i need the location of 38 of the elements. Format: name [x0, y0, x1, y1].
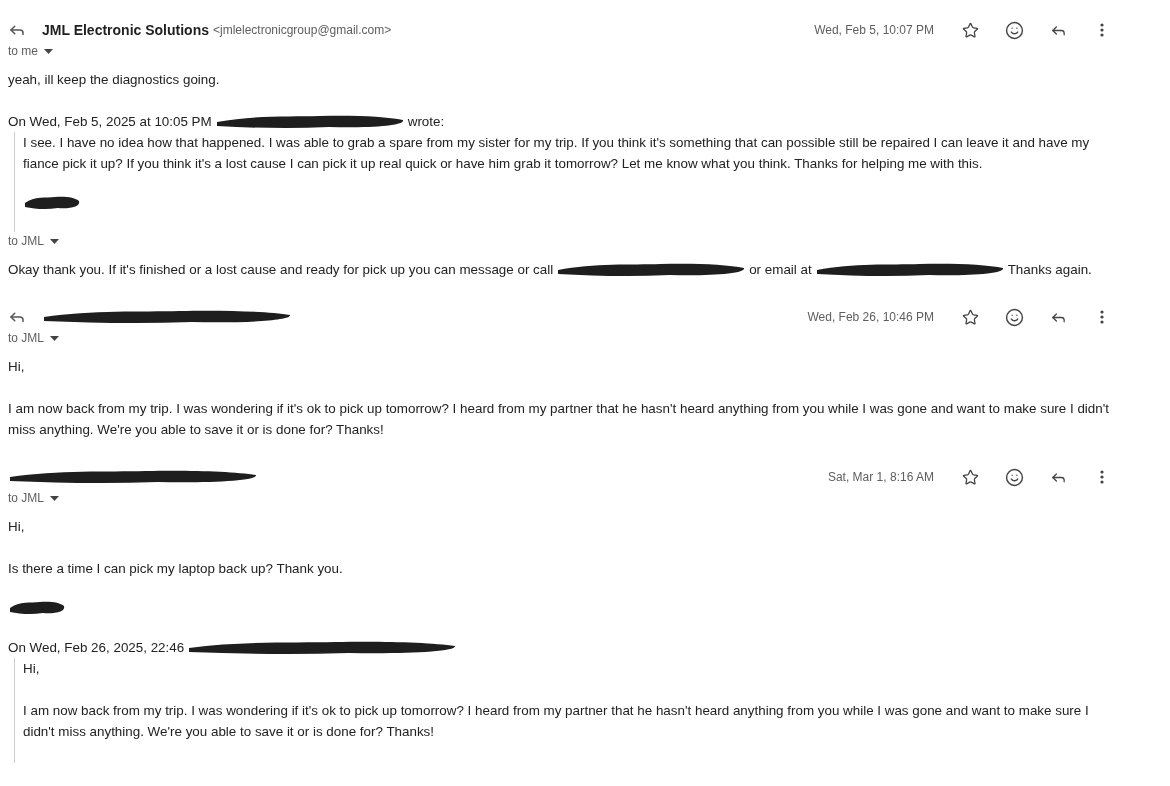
- body-text: I am now back from my trip. I was wondering if it's ok to pick up tomorrow? I heard from my partner that he hasn't heard anything from you while I was gone and want to make sure I didn't miss anything. We're you able to save it or is done for? Thanks!: [8, 400, 1110, 439]
- message-date: Wed, Feb 5, 10:07 PM: [814, 23, 934, 37]
- redaction-mark: [23, 195, 81, 211]
- more-icon: [1100, 310, 1104, 324]
- body-text: Hi,: [8, 518, 25, 536]
- message-date: Wed, Feb 26, 10:46 PM: [807, 310, 934, 324]
- caret-icon: [50, 335, 59, 341]
- smiley-icon: [1004, 467, 1024, 487]
- more-icon: [1100, 470, 1104, 484]
- caret-icon: [50, 495, 59, 501]
- smiley-icon: [1004, 307, 1024, 327]
- body-text: On Wed, Feb 26, 2025, 22:46: [8, 639, 185, 657]
- recipients-dropdown[interactable]: to JML: [8, 489, 59, 507]
- body-text: I see. I have no idea how that happened. I was able to grab a spare from my sister for my trip. If you think it's something that can possible still be repaired I can leave it and have my fiance pick it up? If you think it's a lost cause I can pick it up real quick or have him grab it tomorrow? Let me know what you think. Thanks for helping me with this.: [23, 134, 1091, 173]
- star-icon: [961, 21, 979, 39]
- body-text: Thanks again.: [1007, 261, 1092, 279]
- star-icon: [961, 468, 979, 486]
- recipients-dropdown[interactable]: to JML: [8, 329, 59, 347]
- body-text: Okay thank you. If it's finished or a lost cause and ready for pick up you can message or call: [8, 261, 554, 279]
- caret-icon: [50, 238, 59, 244]
- sender-email: <jmlelectronicgroup@gmail.com>: [213, 23, 392, 37]
- body-text: yeah, ill keep the diagnostics going.: [8, 71, 220, 89]
- message-date: Sat, Mar 1, 8:16 AM: [827, 470, 934, 484]
- body-text: Hi,: [8, 358, 25, 376]
- body-text: or email at: [749, 261, 812, 279]
- body-text: I am now back from my trip. I was wondering if it's ok to pick up tomorrow? I heard from my partner that he hasn't heard anything from you while I was gone and want to make sure I didn't miss anything. We're you able to save it or is done for? Thanks!: [23, 702, 1090, 741]
- redaction-mark: [8, 600, 66, 616]
- body-text: wrote:: [407, 113, 445, 131]
- recipients-dropdown[interactable]: to me: [8, 42, 53, 60]
- recipients-dropdown[interactable]: to JML: [8, 232, 59, 250]
- body-text: Is there a time I can pick my laptop back up? Thank you.: [8, 560, 343, 578]
- body-text: On Wed, Feb 5, 2025 at 10:05 PM: [8, 113, 212, 131]
- body-text: Hi,: [23, 660, 40, 678]
- more-icon: [1100, 23, 1104, 37]
- sender-name: JML Electronic Solutions: [42, 22, 209, 38]
- star-icon: [961, 308, 979, 326]
- smiley-icon: [1004, 20, 1024, 40]
- caret-icon: [44, 48, 53, 54]
